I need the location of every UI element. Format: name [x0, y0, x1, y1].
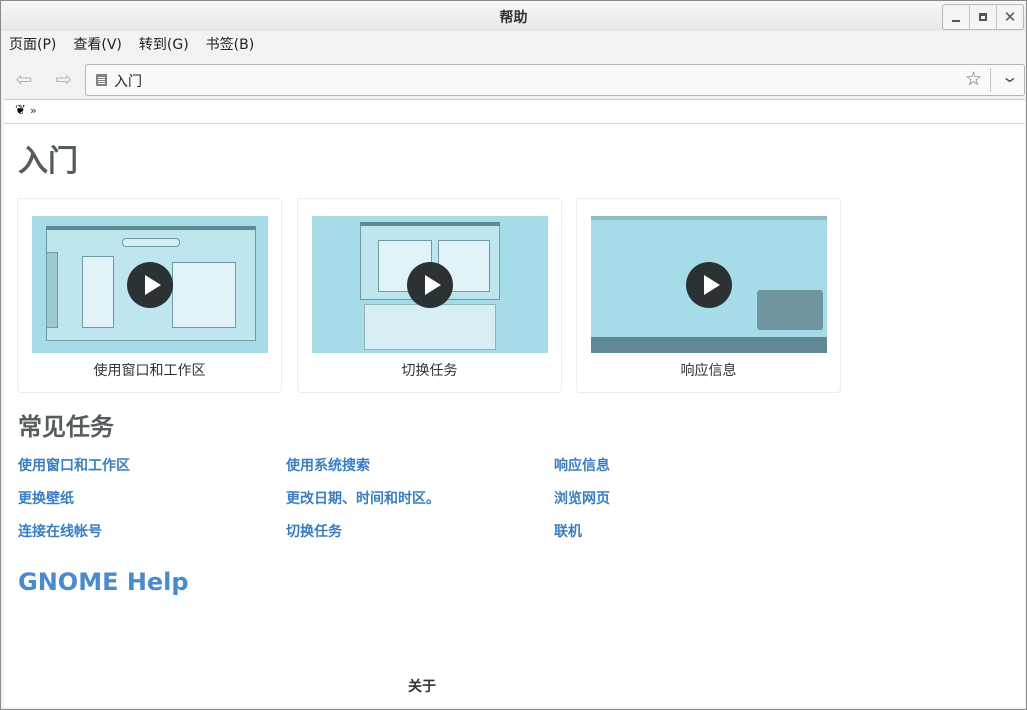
window-title: 帮助 — [499, 10, 528, 26]
location-text: 入门 — [114, 74, 142, 90]
chevron-down-icon[interactable]: ⌄ — [1000, 67, 1019, 86]
mock-window-left — [82, 256, 114, 328]
about-link[interactable]: 关于 — [408, 676, 436, 696]
mock-keyboard — [364, 304, 496, 350]
bookmark-star-icon[interactable]: ☆ — [965, 68, 982, 90]
breadcrumb-separator: » — [30, 104, 37, 117]
video-thumbnail — [32, 216, 268, 353]
minimize-icon — [952, 20, 960, 22]
help-content: 入门 使用窗口和工作区 切换任务 响应信息 常见任务 使用窗口和工作区 使用系统… — [4, 124, 1025, 707]
play-icon[interactable] — [127, 261, 173, 308]
video-thumbnail — [591, 216, 827, 353]
play-icon[interactable] — [686, 261, 732, 308]
video-card-windows[interactable]: 使用窗口和工作区 — [17, 198, 282, 393]
maximize-button[interactable] — [970, 5, 997, 29]
task-link[interactable]: 更改日期、时间和时区。 — [286, 488, 440, 508]
task-link[interactable]: 联机 — [554, 521, 582, 541]
page-icon — [96, 74, 107, 86]
close-icon: ✕ — [1003, 7, 1017, 26]
video-card-switch-tasks[interactable]: 切换任务 — [297, 198, 562, 393]
video-label: 使用窗口和工作区 — [93, 363, 206, 379]
menu-view[interactable]: 查看(V) — [65, 32, 130, 58]
task-link[interactable]: 使用窗口和工作区 — [18, 455, 130, 475]
close-button[interactable]: ✕ — [997, 5, 1023, 29]
gnome-foot-icon[interactable]: ❦ — [15, 103, 26, 118]
title-bar[interactable]: 帮助 ✕ — [1, 1, 1026, 31]
help-window: 帮助 ✕ 页面(P) 查看(V) 转到(G) 书签(B) ⇦ ⇨ 入门 ☆ ⌄ … — [0, 0, 1027, 710]
task-link[interactable]: 更换壁纸 — [18, 488, 74, 508]
toolbar: ⇦ ⇨ 入门 ☆ ⌄ — [1, 61, 1026, 97]
task-link[interactable]: 切换任务 — [286, 521, 342, 541]
task-link[interactable]: 响应信息 — [554, 455, 610, 475]
back-button[interactable]: ⇦ — [9, 65, 39, 93]
forward-button[interactable]: ⇨ — [49, 65, 79, 93]
task-link[interactable]: 使用系统搜索 — [286, 455, 370, 475]
task-link[interactable]: 浏览网页 — [554, 488, 610, 508]
location-bar[interactable]: 入门 ☆ ⌄ — [85, 64, 1025, 96]
mock-topbar — [46, 226, 256, 230]
video-label: 切换任务 — [401, 363, 458, 379]
minimize-button[interactable] — [943, 5, 970, 29]
menu-go[interactable]: 转到(G) — [131, 32, 197, 58]
mock-notification — [757, 290, 823, 330]
mock-topbar — [360, 222, 500, 226]
mock-search — [122, 238, 180, 247]
mock-dash — [46, 252, 58, 328]
page-title: 入门 — [18, 144, 78, 179]
mock-message-tray — [591, 337, 827, 353]
breadcrumb: ❦ » — [4, 99, 1025, 124]
window-controls: ✕ — [942, 4, 1024, 30]
gnome-help-link[interactable]: GNOME Help — [18, 568, 189, 596]
video-card-respond-messages[interactable]: 响应信息 — [576, 198, 841, 393]
menu-bar: 页面(P) 查看(V) 转到(G) 书签(B) — [1, 32, 1026, 58]
task-link[interactable]: 连接在线帐号 — [18, 521, 102, 541]
mock-topbar — [591, 216, 827, 220]
menu-page[interactable]: 页面(P) — [1, 32, 64, 58]
maximize-icon — [979, 13, 987, 21]
play-icon[interactable] — [407, 261, 453, 308]
common-tasks-heading: 常见任务 — [18, 413, 114, 441]
video-thumbnail — [312, 216, 548, 353]
location-separator — [990, 68, 991, 92]
menu-bookmarks[interactable]: 书签(B) — [198, 32, 263, 58]
video-label: 响应信息 — [680, 363, 737, 379]
back-arrow-icon: ⇦ — [15, 67, 33, 91]
mock-window-right — [172, 262, 236, 328]
forward-arrow-icon: ⇨ — [55, 67, 73, 91]
